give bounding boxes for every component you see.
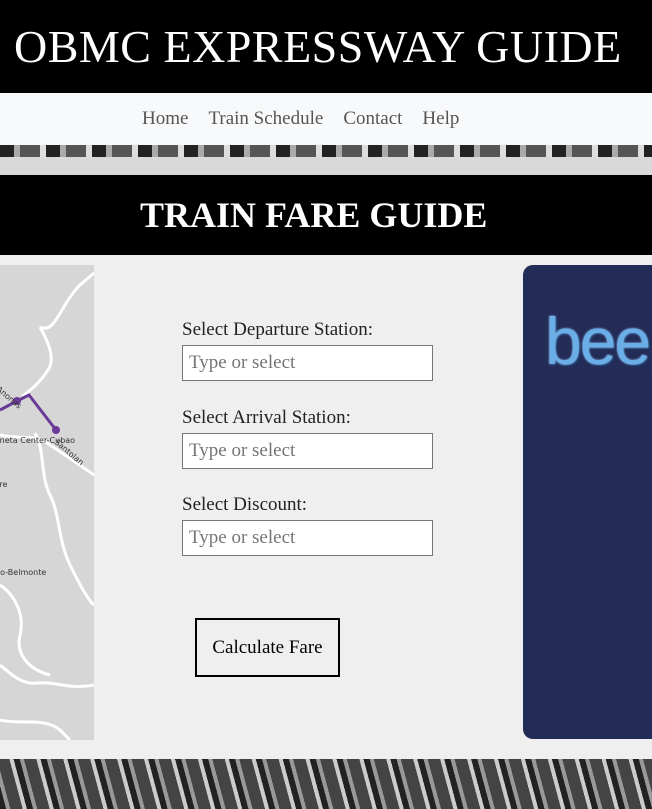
route-map-graphic: Anonas Araneta Center-Cubao Santolan Gil… [0,265,94,740]
svg-text:Gilmore: Gilmore [0,480,7,489]
svg-text:Betty Go-Belmonte: Betty Go-Belmonte [0,568,46,577]
nav-item-home[interactable]: Home [142,108,188,130]
nav-item-train-schedule[interactable]: Train Schedule [208,108,323,130]
arrival-station-input[interactable] [182,433,433,469]
fare-calculator-panel: Anonas Araneta Center-Cubao Santolan Gil… [0,255,652,759]
fare-guide-banner: TRAIN FARE GUIDE [0,175,652,255]
discount-field-group: Select Discount: [182,494,442,556]
site-header: OBMC EXPRESSWAY GUIDE [0,0,652,93]
nav-item-help[interactable]: Help [422,108,459,130]
beep-logo: beep [545,304,652,378]
site-title: OBMC EXPRESSWAY GUIDE [14,21,622,72]
train-route-map: Anonas Araneta Center-Cubao Santolan Gil… [0,265,94,740]
fare-guide-title: TRAIN FARE GUIDE [140,195,488,235]
arrival-field-group: Select Arrival Station: [182,407,442,469]
calculate-fare-button[interactable]: Calculate Fare [195,618,340,677]
fare-form: Select Departure Station: Select Arrival… [182,319,442,582]
nav-item-contact[interactable]: Contact [343,108,402,130]
departure-label: Select Departure Station: [182,319,373,340]
discount-label: Select Discount: [182,494,308,515]
banner-photo-strip [0,145,652,157]
departure-station-input[interactable] [182,345,433,381]
arrival-label: Select Arrival Station: [182,407,351,428]
discount-input[interactable] [182,520,433,556]
main-nav: Home Train Schedule Contact Help [0,93,652,145]
beep-card-image: beep [523,265,652,739]
departure-field-group: Select Departure Station: [182,319,442,381]
section-spacer [0,157,652,175]
footer-photo-strip [0,759,652,809]
